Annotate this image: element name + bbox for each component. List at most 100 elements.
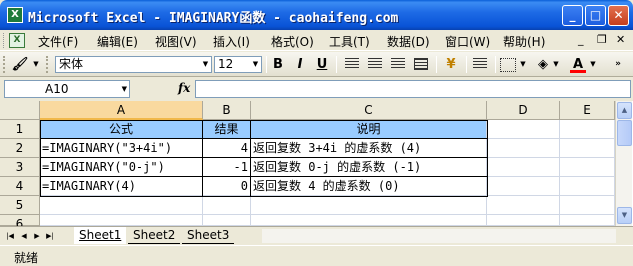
- row-header-4[interactable]: 4: [0, 177, 40, 196]
- format-painter-icon[interactable]: 🖌: [10, 55, 30, 74]
- row-header-6[interactable]: 6: [0, 215, 40, 231]
- row-header-5[interactable]: 5: [0, 196, 40, 215]
- chevron-down-icon[interactable]: ▼: [200, 57, 211, 72]
- column-header-e[interactable]: E: [560, 101, 615, 120]
- cell-b3[interactable]: -1: [203, 158, 251, 177]
- toolbar-options-arrow-icon[interactable]: ▼: [30, 55, 42, 74]
- worksheet-grid[interactable]: A B C D E 1 2 3 4 5 6 公式 结果 说明 =IMAGINAR…: [0, 101, 633, 231]
- prev-sheet-icon[interactable]: ◀: [18, 230, 30, 242]
- fx-icon[interactable]: fx: [178, 81, 190, 95]
- close-button[interactable]: ✕: [608, 5, 629, 26]
- cell-a3[interactable]: =IMAGINARY("0-j"): [40, 158, 203, 177]
- tab-sheet2[interactable]: Sheet2: [128, 227, 181, 244]
- fill-color-icon[interactable]: ◈: [533, 55, 553, 74]
- menu-file[interactable]: 文件(F): [38, 33, 78, 50]
- cell-d6[interactable]: [487, 215, 560, 226]
- cell-c2[interactable]: 返回复数 3+4i 的虚系数 (4): [251, 139, 487, 158]
- borders-icon[interactable]: [500, 58, 516, 72]
- font-color-dropdown-icon[interactable]: ▼: [588, 55, 598, 74]
- cell-d4[interactable]: [487, 177, 560, 196]
- menu-data[interactable]: 数据(D): [387, 33, 430, 50]
- column-header-a[interactable]: A: [40, 101, 203, 120]
- next-sheet-icon[interactable]: ▶: [31, 230, 43, 242]
- name-box[interactable]: A10 ▼: [4, 80, 130, 98]
- column-header-b[interactable]: B: [203, 101, 251, 120]
- minimize-button[interactable]: _: [562, 5, 583, 26]
- cell-d2[interactable]: [487, 139, 560, 158]
- cell-d1[interactable]: [487, 120, 560, 139]
- cell-b5[interactable]: [203, 196, 251, 215]
- horizontal-scrollbar[interactable]: [262, 229, 616, 243]
- toolbar-grip[interactable]: [3, 56, 6, 73]
- cell-a5[interactable]: [40, 196, 203, 215]
- currency-icon[interactable]: ¥: [441, 55, 461, 74]
- scroll-up-icon[interactable]: ▲: [617, 102, 632, 119]
- chevron-down-icon[interactable]: ▼: [250, 57, 261, 72]
- toolbar-overflow-icon[interactable]: »: [612, 55, 624, 74]
- menu-help[interactable]: 帮助(H): [503, 33, 545, 50]
- tab-sheet3[interactable]: Sheet3: [182, 227, 235, 244]
- cell-b2[interactable]: 4: [203, 139, 251, 158]
- menu-edit[interactable]: 编辑(E): [97, 33, 138, 50]
- cell-d5[interactable]: [487, 196, 560, 215]
- bold-button[interactable]: B: [268, 55, 288, 74]
- cell-a2[interactable]: =IMAGINARY("3+4i"): [40, 139, 203, 158]
- align-left-icon[interactable]: [345, 58, 359, 70]
- formula-input[interactable]: [195, 80, 631, 98]
- select-all-corner[interactable]: [0, 101, 40, 120]
- scroll-down-icon[interactable]: ▼: [617, 207, 632, 224]
- cell-e2[interactable]: [560, 139, 615, 158]
- row-header-1[interactable]: 1: [0, 120, 40, 139]
- cell-a4[interactable]: =IMAGINARY(4): [40, 177, 203, 196]
- cell-c3[interactable]: 返回复数 0-j 的虚系数 (-1): [251, 158, 487, 177]
- cell-e6[interactable]: [560, 215, 615, 226]
- underline-button[interactable]: U: [312, 55, 332, 74]
- merge-center-icon[interactable]: [414, 58, 428, 70]
- cell-c1[interactable]: 说明: [251, 120, 487, 139]
- doc-minimize-button[interactable]: _: [578, 33, 584, 46]
- toolbar-grip-2[interactable]: [46, 56, 49, 73]
- column-header-d[interactable]: D: [487, 101, 560, 120]
- row-header-2[interactable]: 2: [0, 139, 40, 158]
- vertical-scrollbar[interactable]: ▲ ▼: [615, 101, 632, 226]
- cell-b6[interactable]: [203, 215, 251, 226]
- chevron-down-icon[interactable]: ▼: [122, 81, 127, 97]
- cell-a1[interactable]: 公式: [40, 120, 203, 139]
- cell-e3[interactable]: [560, 158, 615, 177]
- cell-e1[interactable]: [560, 120, 615, 139]
- borders-dropdown-icon[interactable]: ▼: [518, 55, 528, 74]
- cell-c5[interactable]: [251, 196, 487, 215]
- cell-a6[interactable]: [40, 215, 203, 226]
- menu-grip[interactable]: [3, 33, 6, 48]
- cell-e4[interactable]: [560, 177, 615, 196]
- menu-view[interactable]: 视图(V): [155, 33, 197, 50]
- indent-icon[interactable]: [473, 58, 487, 70]
- menu-tools[interactable]: 工具(T): [329, 33, 370, 50]
- cell-e5[interactable]: [560, 196, 615, 215]
- doc-restore-button[interactable]: ❐: [597, 33, 607, 46]
- menu-window[interactable]: 窗口(W): [445, 33, 490, 50]
- menu-format[interactable]: 格式(O): [271, 33, 314, 50]
- excel-app-icon[interactable]: X: [7, 7, 23, 23]
- cell-b1[interactable]: 结果: [203, 120, 251, 139]
- row-header-3[interactable]: 3: [0, 158, 40, 177]
- italic-button[interactable]: I: [290, 55, 310, 74]
- maximize-button[interactable]: □: [585, 5, 606, 26]
- tab-sheet1[interactable]: Sheet1: [74, 227, 127, 244]
- column-header-c[interactable]: C: [251, 101, 487, 120]
- first-sheet-icon[interactable]: |◀: [4, 230, 16, 242]
- menu-insert[interactable]: 插入(I): [213, 33, 250, 50]
- fill-color-dropdown-icon[interactable]: ▼: [551, 55, 561, 74]
- doc-close-button[interactable]: ✕: [616, 33, 625, 46]
- align-right-icon[interactable]: [391, 58, 405, 70]
- font-name-combo[interactable]: 宋体 ▼: [55, 56, 212, 73]
- workbook-icon[interactable]: X: [9, 33, 25, 48]
- cell-c6[interactable]: [251, 215, 487, 226]
- cell-d3[interactable]: [487, 158, 560, 177]
- cell-c4[interactable]: 返回复数 4 的虚系数 (0): [251, 177, 487, 196]
- scroll-thumb[interactable]: [617, 120, 632, 146]
- align-center-icon[interactable]: [368, 58, 382, 70]
- font-size-combo[interactable]: 12 ▼: [214, 56, 262, 73]
- cell-b4[interactable]: 0: [203, 177, 251, 196]
- last-sheet-icon[interactable]: ▶|: [44, 230, 56, 242]
